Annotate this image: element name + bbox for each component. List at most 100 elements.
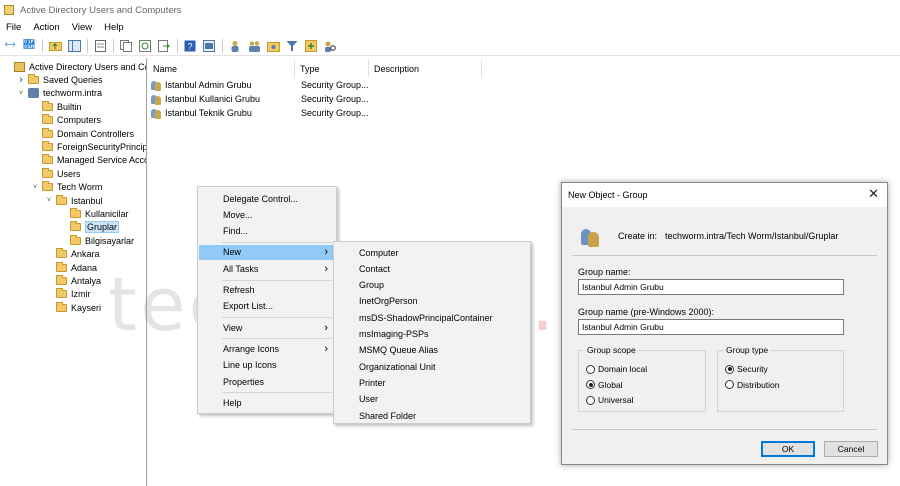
menu-item[interactable]: New › — [199, 244, 335, 260]
menu-item[interactable]: Refresh — [199, 283, 335, 298]
menu-help[interactable]: Help — [98, 22, 130, 33]
new-submenu-item[interactable]: Contact — [335, 261, 529, 276]
create-user-icon[interactable] — [228, 39, 242, 53]
tree-item-label: Active Directory Users and Com — [29, 61, 147, 72]
tree-item[interactable]: ˅ Istanbul — [45, 194, 103, 207]
dialog-title: New Object - Group — [568, 190, 648, 200]
toolbar-separator — [222, 38, 223, 53]
create-group-icon[interactable] — [247, 39, 261, 53]
tree-item[interactable]: Gruplar — [59, 221, 120, 234]
tree-item[interactable]: Users — [31, 167, 81, 180]
menu-item[interactable]: Find... — [199, 224, 335, 239]
collapse-icon[interactable]: ˅ — [17, 90, 25, 97]
column-header-description[interactable]: Description — [369, 60, 482, 77]
tree-item[interactable]: ˅ techworm.intra — [17, 87, 102, 100]
menu-item-label: Computer — [359, 247, 399, 258]
group-scope-option[interactable]: Global — [586, 380, 623, 390]
toolbar-separator — [113, 38, 114, 53]
radio-button[interactable] — [725, 380, 734, 389]
menu-item[interactable]: Properties — [199, 374, 335, 389]
group-type-option[interactable]: Distribution — [725, 380, 780, 390]
menu-item[interactable]: Arrange Icons › — [199, 341, 335, 356]
filter-icon[interactable] — [285, 39, 299, 53]
help-icon[interactable]: ? — [183, 39, 197, 53]
group-icon — [151, 94, 162, 105]
group-scope-option[interactable]: Domain local — [586, 364, 647, 374]
new-submenu-item[interactable]: User — [335, 392, 529, 407]
menu-item[interactable]: View › — [199, 320, 335, 335]
menu-item[interactable]: Move... — [199, 207, 335, 222]
properties-icon[interactable] — [93, 39, 107, 53]
console-tree: Active Directory Users and Com › Saved Que… — [0, 58, 147, 486]
show-console-tree-icon[interactable] — [67, 39, 81, 53]
back-arrow-icon[interactable]: 🡘 — [3, 39, 17, 53]
column-header-name[interactable]: Name — [148, 60, 295, 77]
close-icon[interactable]: ✕ — [868, 187, 879, 200]
menu-item-label: msImaging-PSPs — [359, 329, 429, 339]
tree-item[interactable]: Adana — [45, 261, 97, 274]
tree-item[interactable]: Kullanicilar — [59, 207, 129, 220]
tree-item[interactable]: Domain Controllers — [31, 127, 134, 140]
tree-item-label: Kayseri — [71, 302, 102, 313]
menu-action[interactable]: Action — [27, 22, 65, 33]
tree-item[interactable]: › Saved Queries — [17, 73, 103, 86]
cancel-button[interactable]: Cancel — [824, 441, 878, 457]
tree-item-label: Kullanicilar — [85, 208, 129, 219]
pre2000-name-field[interactable]: Istanbul Admin Grubu — [578, 319, 844, 335]
ok-button[interactable]: OK — [761, 441, 815, 457]
menu-file[interactable]: File — [0, 22, 27, 33]
new-submenu-item[interactable]: msImaging-PSPs — [335, 327, 529, 342]
refresh-icon[interactable] — [138, 39, 152, 53]
radio-button[interactable] — [586, 364, 595, 374]
menu-item[interactable]: Help — [199, 395, 335, 410]
tree-item[interactable]: Ankara — [45, 248, 100, 261]
find-icon[interactable] — [323, 39, 337, 53]
menu-item[interactable]: Line up Icons — [199, 358, 335, 373]
console-icon[interactable] — [202, 39, 216, 53]
menu-item[interactable]: Delegate Control... — [199, 191, 335, 206]
tree-item[interactable]: Active Directory Users and Com — [3, 60, 147, 73]
create-ou-icon[interactable] — [266, 39, 280, 53]
group-type-option[interactable]: Security — [725, 364, 768, 374]
radio-button[interactable] — [586, 395, 595, 405]
group-name-field[interactable]: Istanbul Admin Grubu — [578, 279, 844, 295]
menu-item[interactable]: Export List... — [199, 299, 335, 314]
new-submenu-item[interactable]: InetOrgPerson — [335, 294, 529, 309]
folder-icon — [42, 154, 53, 165]
tree-item[interactable]: ForeignSecurityPrincipals — [31, 140, 146, 153]
table-row[interactable]: Istanbul Teknik Grubu Security Group... — [151, 106, 475, 120]
radio-button[interactable] — [586, 380, 595, 389]
menu-item[interactable]: All Tasks › — [199, 261, 335, 276]
tree-item[interactable]: ˅ Tech Worm — [31, 181, 102, 194]
add-to-group-icon[interactable] — [304, 39, 318, 53]
new-submenu-item[interactable]: Computer — [335, 245, 529, 260]
table-row[interactable]: Istanbul Admin Grubu Security Group... — [151, 78, 475, 92]
tree-item-label: Builtin — [57, 101, 82, 112]
table-row[interactable]: Istanbul Kullanici Grubu Security Group..… — [151, 92, 475, 106]
copy-icon[interactable] — [119, 39, 133, 53]
tree-item[interactable]: Builtin — [31, 100, 82, 113]
tree-item[interactable]: Kayseri — [45, 301, 101, 314]
tree-item[interactable]: Bilgisayarlar — [59, 234, 134, 247]
collapse-icon[interactable]: ˅ — [45, 197, 53, 204]
radio-button[interactable] — [725, 364, 734, 374]
new-submenu-item[interactable]: Printer — [335, 375, 529, 390]
collapse-icon[interactable]: ˅ — [31, 184, 39, 191]
group-scope-option[interactable]: Universal — [586, 395, 633, 405]
new-submenu-item[interactable]: msDS-ShadowPrincipalContainer — [335, 310, 529, 325]
tree-item[interactable]: Antalya — [45, 274, 101, 287]
submenu-arrow-icon: › — [324, 246, 328, 259]
new-submenu-item[interactable]: Group — [335, 278, 529, 293]
expand-icon[interactable]: › — [17, 74, 25, 86]
new-submenu-item[interactable]: MSMQ Queue Alias — [335, 343, 529, 358]
up-folder-icon[interactable] — [48, 39, 62, 53]
forward-arrow-icon[interactable]: 🡚 — [22, 39, 36, 53]
tree-item[interactable]: Managed Service Accour — [31, 154, 146, 167]
new-submenu-item[interactable]: Organizational Unit — [335, 359, 529, 374]
tree-item[interactable]: Izmir — [45, 288, 91, 301]
column-header-type[interactable]: Type — [295, 60, 369, 77]
menu-view[interactable]: View — [66, 22, 98, 33]
export-list-icon[interactable] — [157, 39, 171, 53]
new-submenu-item[interactable]: Shared Folder — [335, 408, 529, 423]
tree-item[interactable]: Computers — [31, 114, 101, 127]
